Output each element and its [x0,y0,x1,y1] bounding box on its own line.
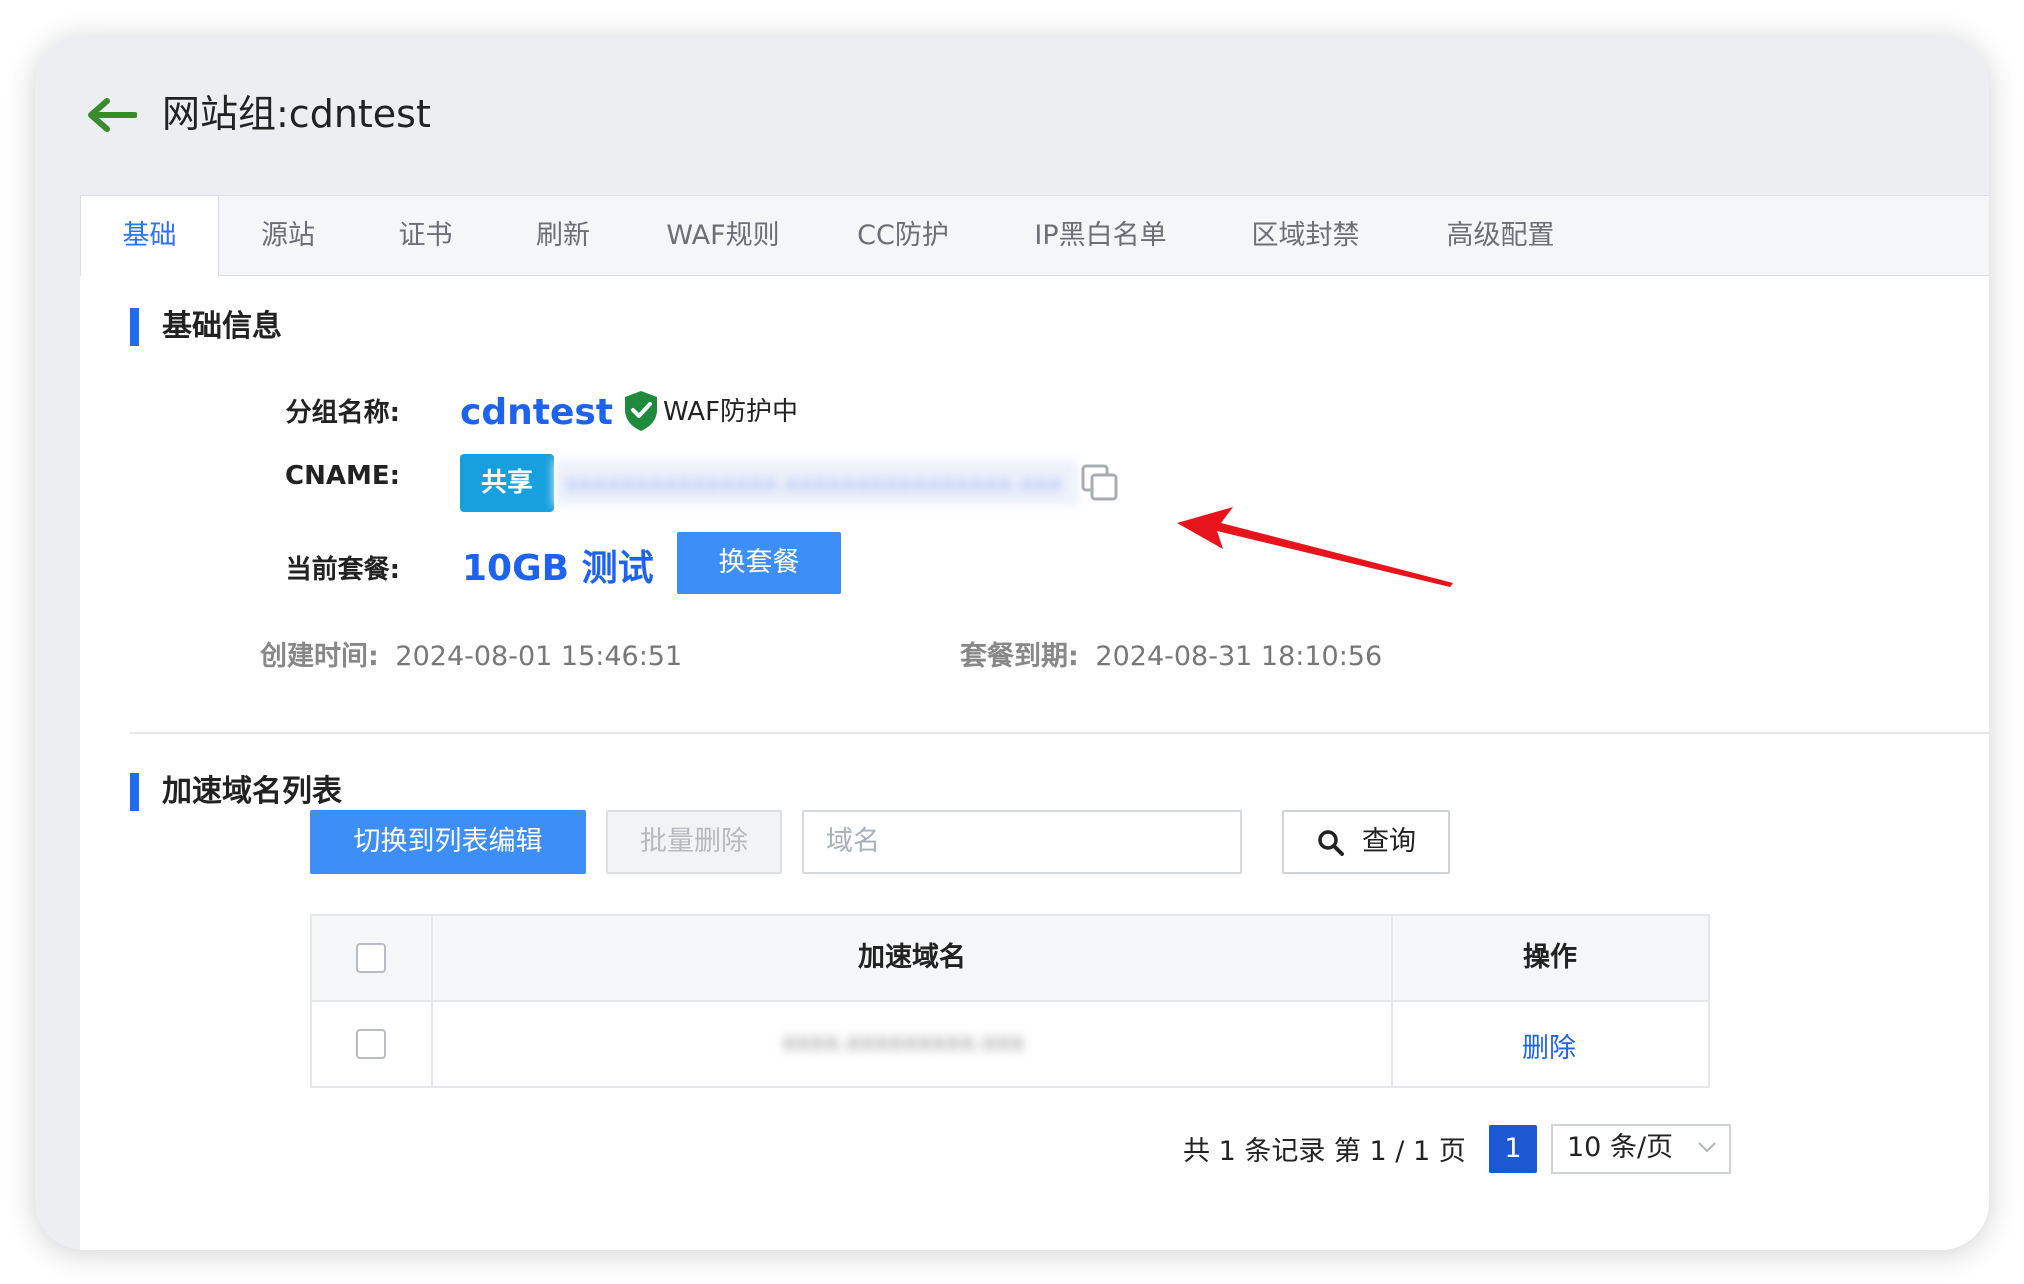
plan-label: 当前套餐: [285,555,400,585]
search-icon [1318,830,1344,856]
column-divider [431,916,433,1086]
group-name-value: cdntest [460,392,613,433]
select-all-checkbox[interactable] [356,943,386,973]
waf-status: WAF防护中 [663,397,799,427]
cname-value: xxxxxxxxxxxxxxx.xxxxxxxxxxxxxxxx.xxx [554,460,1079,506]
page-header: 网站组:cdntest [35,35,1989,195]
main-panel: 基础 源站 证书 刷新 WAF规则 CC防护 IP黑白名单 区域封禁 高级配置 … [80,195,1989,1250]
tab-cc-protection[interactable]: CC防护 [813,196,993,275]
plan-value: 10GB 测试 [462,548,654,589]
section-marker [130,308,139,346]
domain-table: 加速域名 操作 xxxx.xxxxxxxxx.xxx 删除 [310,914,1710,1088]
tab-basic[interactable]: 基础 [80,196,219,276]
tab-origin[interactable]: 源站 [218,196,358,275]
tab-refresh[interactable]: 刷新 [493,196,633,275]
annotation-arrow-icon [1177,507,1453,587]
table-header-domain: 加速域名 [432,916,1392,1002]
created-value: 2024-08-01 15:46:51 [395,641,683,672]
expire-value: 2024-08-31 18:10:56 [1095,641,1383,672]
tab-ip-blackwhite-list[interactable]: IP黑白名单 [993,196,1208,275]
page-size-value: 10 条/页 [1567,1132,1674,1163]
change-plan-button[interactable]: 换套餐 [677,532,841,594]
tab-waf-rules[interactable]: WAF规则 [633,196,813,275]
app-window: 网站组:cdntest 基础 源站 证书 刷新 WAF规则 CC防护 IP黑白名… [35,35,1989,1250]
section-marker [130,773,139,811]
domain-search-input[interactable]: 域名 [802,810,1242,874]
row-delete-link[interactable]: 删除 [1522,1026,1576,1065]
row-domain: xxxx.xxxxxxxxx.xxx [782,1028,1025,1056]
table-header-action: 操作 [1392,916,1708,1002]
back-arrow-icon[interactable] [85,95,137,135]
switch-list-edit-button[interactable]: 切换到列表编辑 [310,810,586,874]
page-title: 网站组:cdntest [162,92,431,136]
shield-check-icon [625,391,657,431]
basic-info-title: 基础信息 [162,309,282,344]
pagination-summary: 共 1 条记录 第 1 / 1 页 [1183,1136,1466,1167]
batch-delete-button[interactable]: 批量删除 [606,810,782,874]
query-button[interactable]: 查询 [1282,810,1450,874]
section-divider [130,732,1989,734]
chevron-down-icon [1698,1142,1716,1153]
column-divider [1391,916,1393,1086]
page-size-select[interactable]: 10 条/页 [1551,1124,1731,1174]
query-label: 查询 [1362,826,1416,857]
tab-advanced-config[interactable]: 高级配置 [1403,196,1598,275]
page-number-current[interactable]: 1 [1489,1125,1537,1173]
row-checkbox[interactable] [356,1029,386,1059]
expire-time: 套餐到期: 2024-08-31 18:10:56 [960,643,1382,670]
share-badge: 共享 [460,454,554,512]
created-time: 创建时间: 2024-08-01 15:46:51 [260,643,682,670]
created-label: 创建时间: [260,641,379,672]
cname-label: CNAME: [285,461,400,491]
tab-bar: 基础 源站 证书 刷新 WAF规则 CC防护 IP黑白名单 区域封禁 高级配置 [80,195,1989,276]
tab-region-block[interactable]: 区域封禁 [1208,196,1403,275]
copy-icon[interactable] [1080,463,1120,503]
group-name-label: 分组名称: [285,398,400,428]
expire-label: 套餐到期: [960,641,1079,672]
tab-certificate[interactable]: 证书 [358,196,493,275]
domain-list-title: 加速域名列表 [162,774,342,809]
